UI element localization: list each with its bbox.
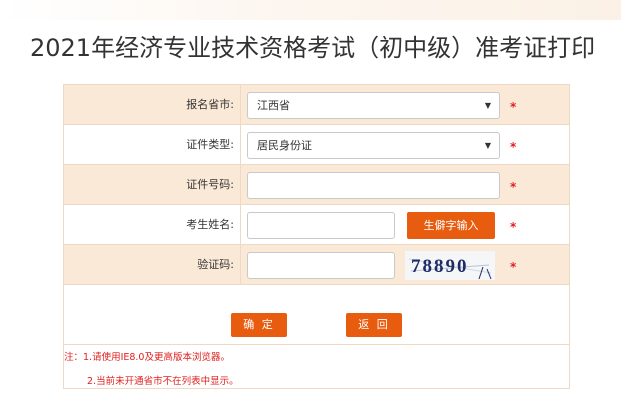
captcha-text: 78890: [411, 256, 469, 277]
top-band: [0, 0, 621, 20]
province-select[interactable]: 江西省 ▼: [247, 92, 500, 119]
captcha-input[interactable]: [247, 252, 395, 279]
province-label: 报名省市:: [64, 85, 241, 124]
ticket-print-form: 报名省市: 江西省 ▼ * 证件类型: 居民身份证 ▼ * 证件号码: * 考生…: [63, 84, 570, 389]
rare-character-input-button[interactable]: 生僻字输入: [407, 212, 495, 239]
captcha-image[interactable]: 78890: [405, 251, 495, 280]
name-label: 考生姓名:: [64, 205, 241, 244]
required-mark: *: [510, 100, 517, 114]
captcha-label: 验证码:: [64, 245, 241, 284]
note-province-availability: 2.当前未开通省市不在列表中显示。: [87, 376, 239, 387]
action-buttons-row: 确 定 返 回: [64, 285, 569, 345]
dropdown-arrow-icon: ▼: [484, 101, 491, 110]
required-mark: *: [510, 140, 517, 154]
dropdown-arrow-icon: ▼: [484, 141, 491, 150]
required-mark: *: [510, 220, 517, 234]
required-mark: *: [510, 180, 517, 194]
form-row-province: 报名省市: 江西省 ▼ *: [64, 85, 569, 125]
confirm-button[interactable]: 确 定: [231, 313, 287, 337]
form-row-name: 考生姓名: 生僻字输入 *: [64, 205, 569, 245]
id-type-select[interactable]: 居民身份证 ▼: [247, 132, 500, 159]
required-mark: *: [510, 260, 517, 274]
name-input[interactable]: [247, 212, 395, 239]
id-type-label: 证件类型:: [64, 125, 241, 164]
id-number-input[interactable]: [247, 172, 500, 199]
form-row-id-type: 证件类型: 居民身份证 ▼ *: [64, 125, 569, 165]
back-button[interactable]: 返 回: [346, 313, 402, 337]
form-row-id-number: 证件号码: *: [64, 165, 569, 205]
form-row-captcha: 验证码: 78890 *: [64, 245, 569, 285]
province-selected-value: 江西省: [257, 99, 290, 112]
id-number-label: 证件号码:: [64, 165, 241, 204]
page-title: 2021年经济专业技术资格考试（初中级）准考证打印: [30, 34, 596, 62]
note-browser-requirement: 注：1.请使用IE8.0及更高版本浏览器。: [64, 352, 230, 363]
id-type-selected-value: 居民身份证: [257, 139, 312, 152]
